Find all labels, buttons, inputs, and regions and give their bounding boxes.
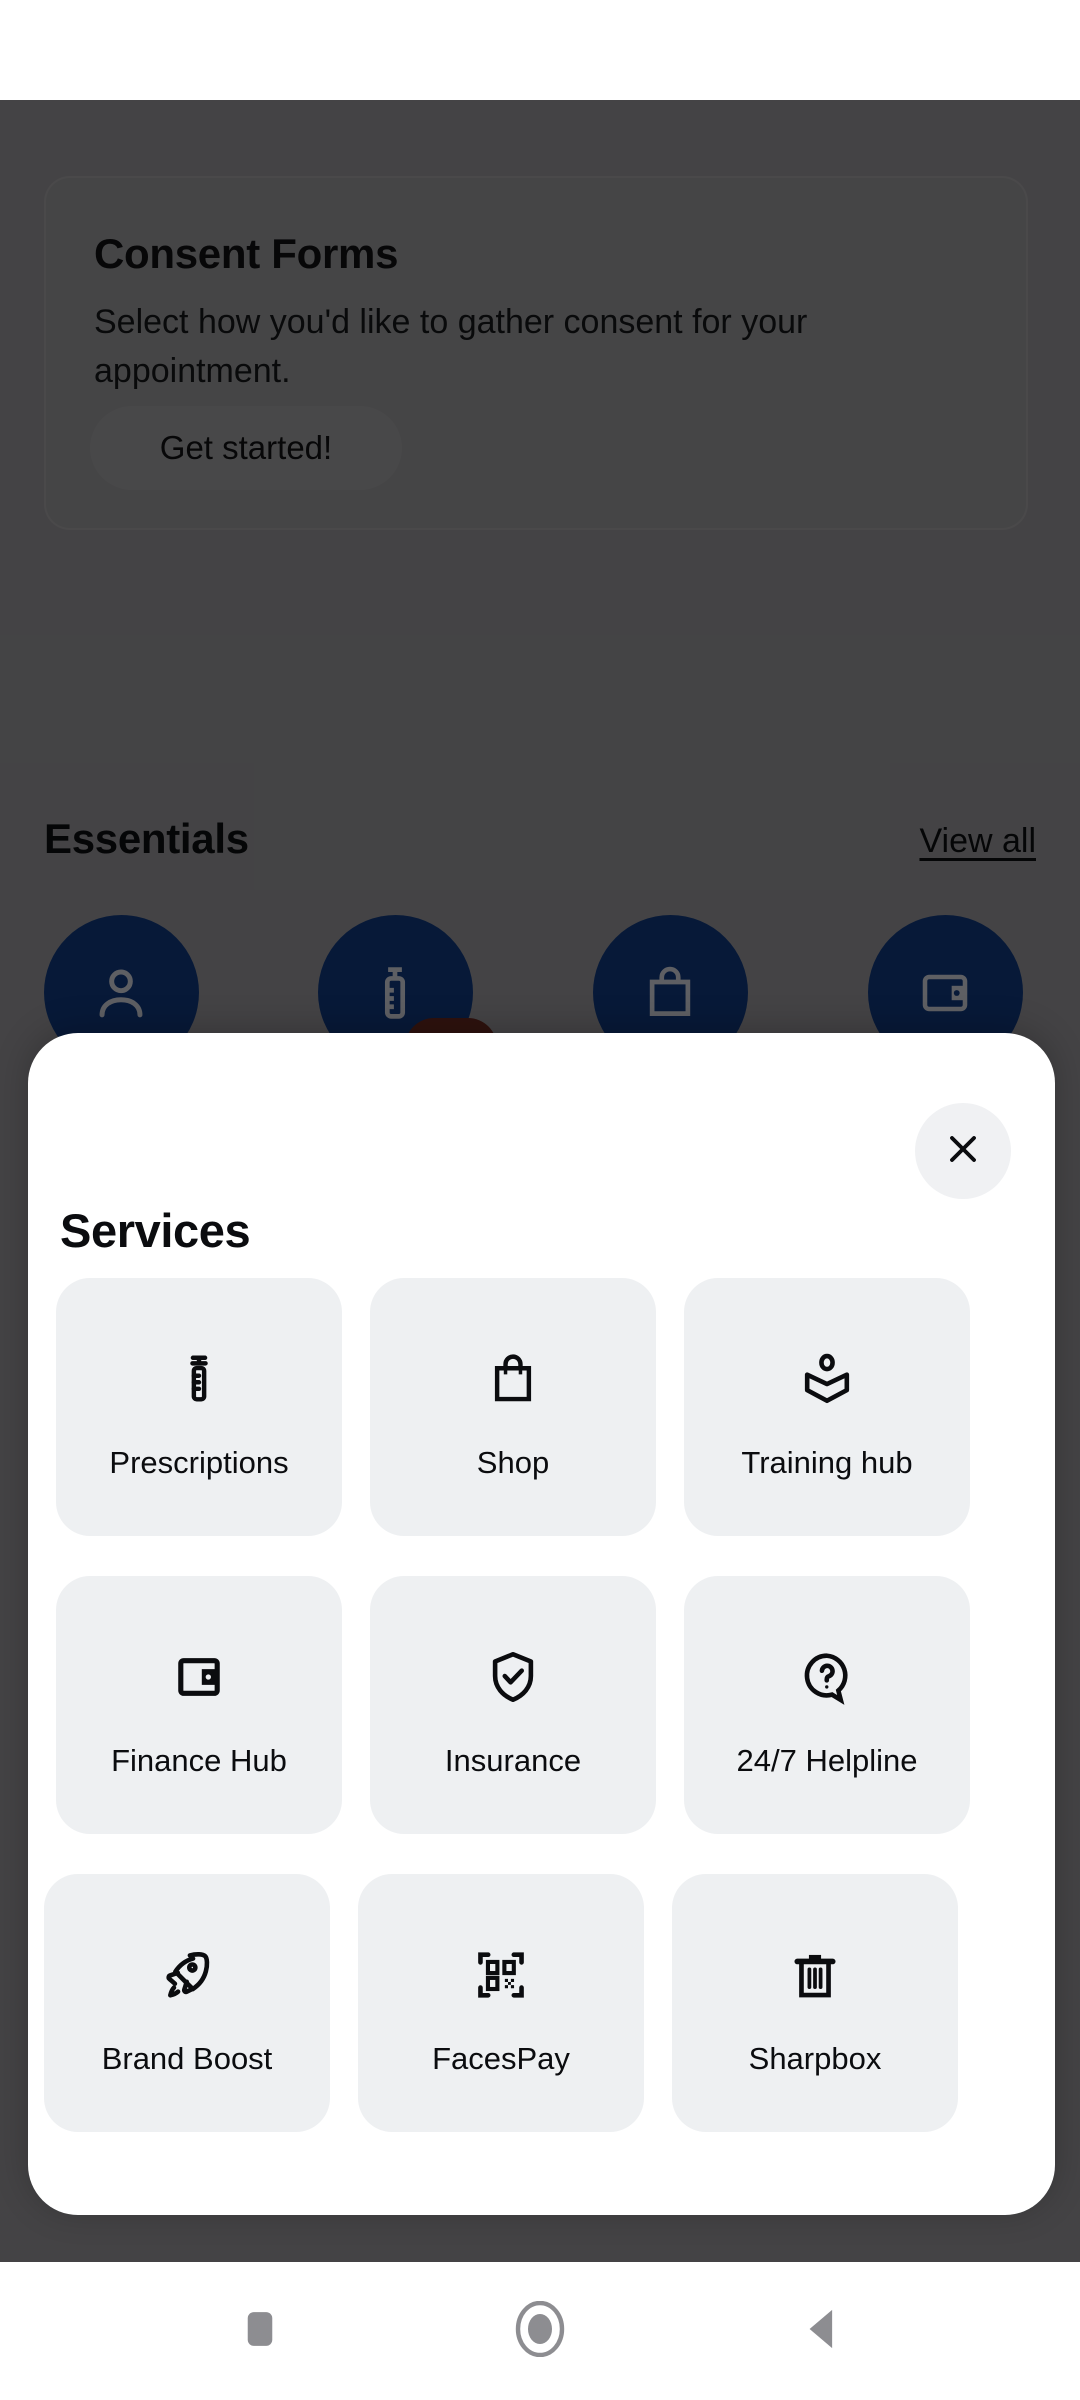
services-grid-row: Prescriptions Shop Training hub — [28, 1278, 1055, 1576]
shopping-bag-icon — [485, 1333, 541, 1425]
service-tile-shop[interactable]: Shop — [370, 1278, 656, 1536]
service-tile-training-hub[interactable]: Training hub — [684, 1278, 970, 1536]
square-icon — [241, 2306, 279, 2357]
circle-icon — [512, 2300, 568, 2362]
triangle-left-icon — [799, 2303, 841, 2360]
services-grid-row: Brand Boost FacesPay Sharpbox — [28, 1874, 1055, 2172]
recents-button[interactable] — [215, 2286, 305, 2376]
rocket-icon — [158, 1929, 216, 2021]
services-grid: Prescriptions Shop Training hub Finance … — [28, 1278, 1055, 2172]
back-button[interactable] — [775, 2286, 865, 2376]
question-bubble-icon — [798, 1631, 856, 1723]
home-button[interactable] — [495, 2286, 585, 2376]
shield-check-icon — [484, 1631, 542, 1723]
service-tile-prescriptions[interactable]: Prescriptions — [56, 1278, 342, 1536]
trash-bin-icon — [787, 1929, 843, 2021]
vial-icon — [171, 1333, 227, 1425]
service-tile-label: Brand Boost — [101, 2041, 273, 2076]
service-tile-insurance[interactable]: Insurance — [370, 1576, 656, 1834]
service-tile-label: Training hub — [741, 1445, 913, 1480]
training-book-icon — [798, 1333, 856, 1425]
qr-code-icon — [472, 1929, 530, 2021]
close-button[interactable] — [915, 1103, 1011, 1199]
service-tile-label: 24/7 Helpline — [736, 1743, 918, 1778]
android-nav-bar — [0, 2262, 1080, 2400]
service-tile-label: FacesPay — [432, 2041, 570, 2076]
sheet-title: Services — [60, 1204, 251, 1257]
service-tile-helpline[interactable]: 24/7 Helpline — [684, 1576, 970, 1834]
status-bar — [0, 0, 1080, 100]
service-tile-label: Shop — [476, 1445, 550, 1480]
service-tile-label: Finance Hub — [111, 1743, 287, 1778]
service-tile-sharpbox[interactable]: Sharpbox — [672, 1874, 958, 2132]
service-tile-label: Insurance — [444, 1743, 582, 1778]
service-tile-label: Prescriptions — [109, 1445, 289, 1480]
service-tile-facespay[interactable]: FacesPay — [358, 1874, 644, 2132]
close-icon — [941, 1127, 985, 1176]
service-tile-finance-hub[interactable]: Finance Hub — [56, 1576, 342, 1834]
wallet-icon — [171, 1631, 227, 1723]
services-grid-row: Finance Hub Insurance 24/7 Helpline — [28, 1576, 1055, 1874]
services-bottom-sheet: Services Prescriptions Shop Training hub… — [28, 1033, 1055, 2215]
service-tile-label: Sharpbox — [748, 2041, 882, 2076]
service-tile-brand-boost[interactable]: Brand Boost — [44, 1874, 330, 2132]
